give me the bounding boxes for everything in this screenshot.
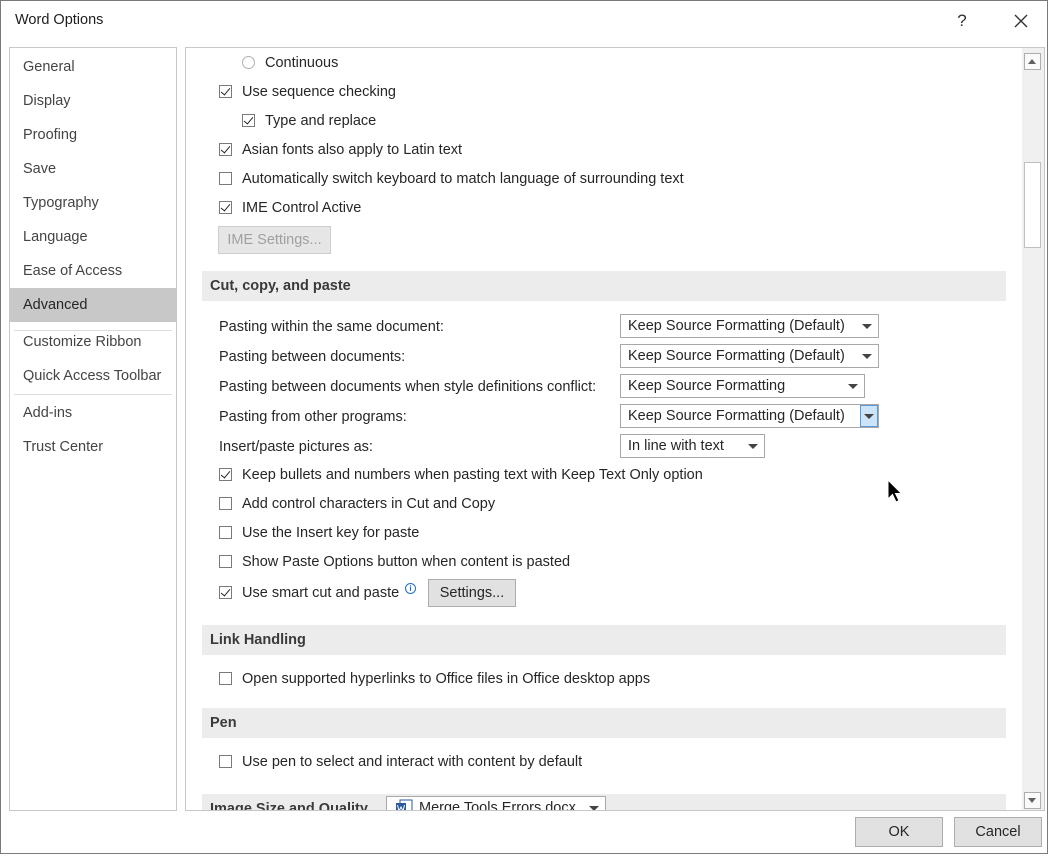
sequence-checking-label: Use sequence checking — [242, 84, 396, 100]
image-size-document-dropdown[interactable]: Merge Tools Errors.docx — [386, 796, 606, 811]
auto-switch-keyboard-checkbox[interactable] — [219, 172, 232, 185]
advanced-options-panel: Continuous Use sequence checking Type an… — [185, 47, 1045, 811]
pen-heading: Pen — [202, 708, 1006, 738]
close-button[interactable] — [1005, 7, 1037, 35]
style-conflict-value: Keep Source Formatting — [628, 378, 786, 394]
other-programs-dropdown[interactable]: Keep Source Formatting (Default) — [620, 404, 879, 428]
nav-item-display[interactable]: Display — [10, 85, 176, 117]
type-replace-label: Type and replace — [265, 113, 377, 129]
pictures-label: Insert/paste pictures as: — [219, 439, 373, 455]
chevron-down-icon — [862, 324, 872, 329]
open-hyperlinks-checkbox[interactable] — [219, 672, 232, 685]
options-navigation: General Display Proofing Save Typography… — [9, 47, 177, 811]
within-doc-label: Pasting within the same document: — [219, 319, 444, 335]
chevron-down-icon — [589, 806, 599, 810]
chevron-down-icon — [848, 384, 858, 389]
image-size-document-value: Merge Tools Errors.docx — [419, 800, 576, 811]
close-icon — [1014, 14, 1028, 28]
paste-options-checkbox[interactable] — [219, 555, 232, 568]
insert-key-checkbox[interactable] — [219, 526, 232, 539]
between-docs-dropdown[interactable]: Keep Source Formatting (Default) — [620, 344, 879, 368]
smart-cut-settings-button[interactable]: Settings... — [428, 579, 516, 607]
smart-cut-checkbox[interactable] — [219, 586, 232, 599]
vertical-scrollbar[interactable] — [1022, 48, 1044, 810]
nav-item-add-ins[interactable]: Add-ins — [10, 397, 176, 429]
keep-bullets-checkbox[interactable] — [219, 468, 232, 481]
other-programs-value: Keep Source Formatting (Default) — [628, 408, 845, 424]
nav-item-customize-ribbon[interactable]: Customize Ribbon — [10, 326, 176, 358]
nav-item-ease-of-access[interactable]: Ease of Access — [10, 255, 176, 287]
continuous-label: Continuous — [265, 55, 339, 71]
nav-item-save[interactable]: Save — [10, 153, 176, 185]
within-doc-value: Keep Source Formatting (Default) — [628, 318, 845, 334]
ime-control-label: IME Control Active — [242, 200, 362, 216]
pictures-value: In line with text — [628, 438, 724, 454]
word-options-dialog: Word Options ? General Display Proofing … — [0, 0, 1048, 854]
style-conflict-label: Pasting between documents when style def… — [219, 379, 597, 395]
keep-bullets-label: Keep bullets and numbers when pasting te… — [242, 467, 703, 483]
chevron-down-icon — [864, 414, 874, 419]
ime-control-checkbox[interactable] — [219, 201, 232, 214]
scroll-down-button[interactable] — [1024, 792, 1041, 809]
window-title: Word Options — [15, 12, 104, 28]
scroll-thumb[interactable] — [1024, 162, 1041, 248]
sequence-checking-checkbox[interactable] — [219, 85, 232, 98]
mouse-pointer-icon — [887, 479, 903, 503]
control-chars-checkbox[interactable] — [219, 497, 232, 510]
continuous-radio[interactable] — [242, 56, 255, 69]
pictures-dropdown[interactable]: In line with text — [620, 434, 765, 458]
chevron-down-icon — [748, 444, 758, 449]
cut-copy-paste-heading: Cut, copy, and paste — [202, 271, 1006, 301]
between-docs-label: Pasting between documents: — [219, 349, 406, 365]
open-hyperlinks-label: Open supported hyperlinks to Office file… — [242, 671, 651, 687]
other-programs-label: Pasting from other programs: — [219, 409, 407, 425]
help-button[interactable]: ? — [947, 7, 977, 35]
between-docs-value: Keep Source Formatting (Default) — [628, 348, 845, 364]
title-bar: Word Options ? — [1, 1, 1049, 41]
info-icon[interactable]: i — [405, 583, 416, 594]
insert-key-label: Use the Insert key for paste — [242, 525, 420, 541]
paste-options-label: Show Paste Options button when content i… — [242, 554, 571, 570]
use-pen-checkbox[interactable] — [219, 755, 232, 768]
scroll-up-button[interactable] — [1024, 53, 1041, 70]
nav-item-typography[interactable]: Typography — [10, 187, 176, 219]
within-doc-dropdown[interactable]: Keep Source Formatting (Default) — [620, 314, 879, 338]
link-handling-heading: Link Handling — [202, 625, 1006, 655]
use-pen-label: Use pen to select and interact with cont… — [242, 754, 583, 770]
asian-fonts-label: Asian fonts also apply to Latin text — [242, 142, 463, 158]
nav-item-trust-center[interactable]: Trust Center — [10, 431, 176, 463]
nav-item-advanced[interactable]: Advanced — [10, 288, 176, 322]
nav-item-quick-access-toolbar[interactable]: Quick Access Toolbar — [10, 360, 176, 392]
cancel-button[interactable]: Cancel — [954, 817, 1042, 847]
ime-settings-button[interactable]: IME Settings... — [218, 226, 331, 254]
type-replace-checkbox[interactable] — [242, 114, 255, 127]
chevron-down-icon — [862, 354, 872, 359]
ok-button[interactable]: OK — [855, 817, 943, 847]
control-chars-label: Add control characters in Cut and Copy — [242, 496, 496, 512]
nav-item-language[interactable]: Language — [10, 221, 176, 253]
word-document-icon — [396, 799, 413, 810]
auto-switch-keyboard-label: Automatically switch keyboard to match l… — [242, 171, 684, 187]
style-conflict-dropdown[interactable]: Keep Source Formatting — [620, 374, 865, 398]
nav-item-general[interactable]: General — [10, 51, 176, 83]
nav-item-proofing[interactable]: Proofing — [10, 119, 176, 151]
nav-divider — [14, 394, 172, 395]
asian-fonts-checkbox[interactable] — [219, 143, 232, 156]
smart-cut-label: Use smart cut and paste — [242, 585, 400, 601]
